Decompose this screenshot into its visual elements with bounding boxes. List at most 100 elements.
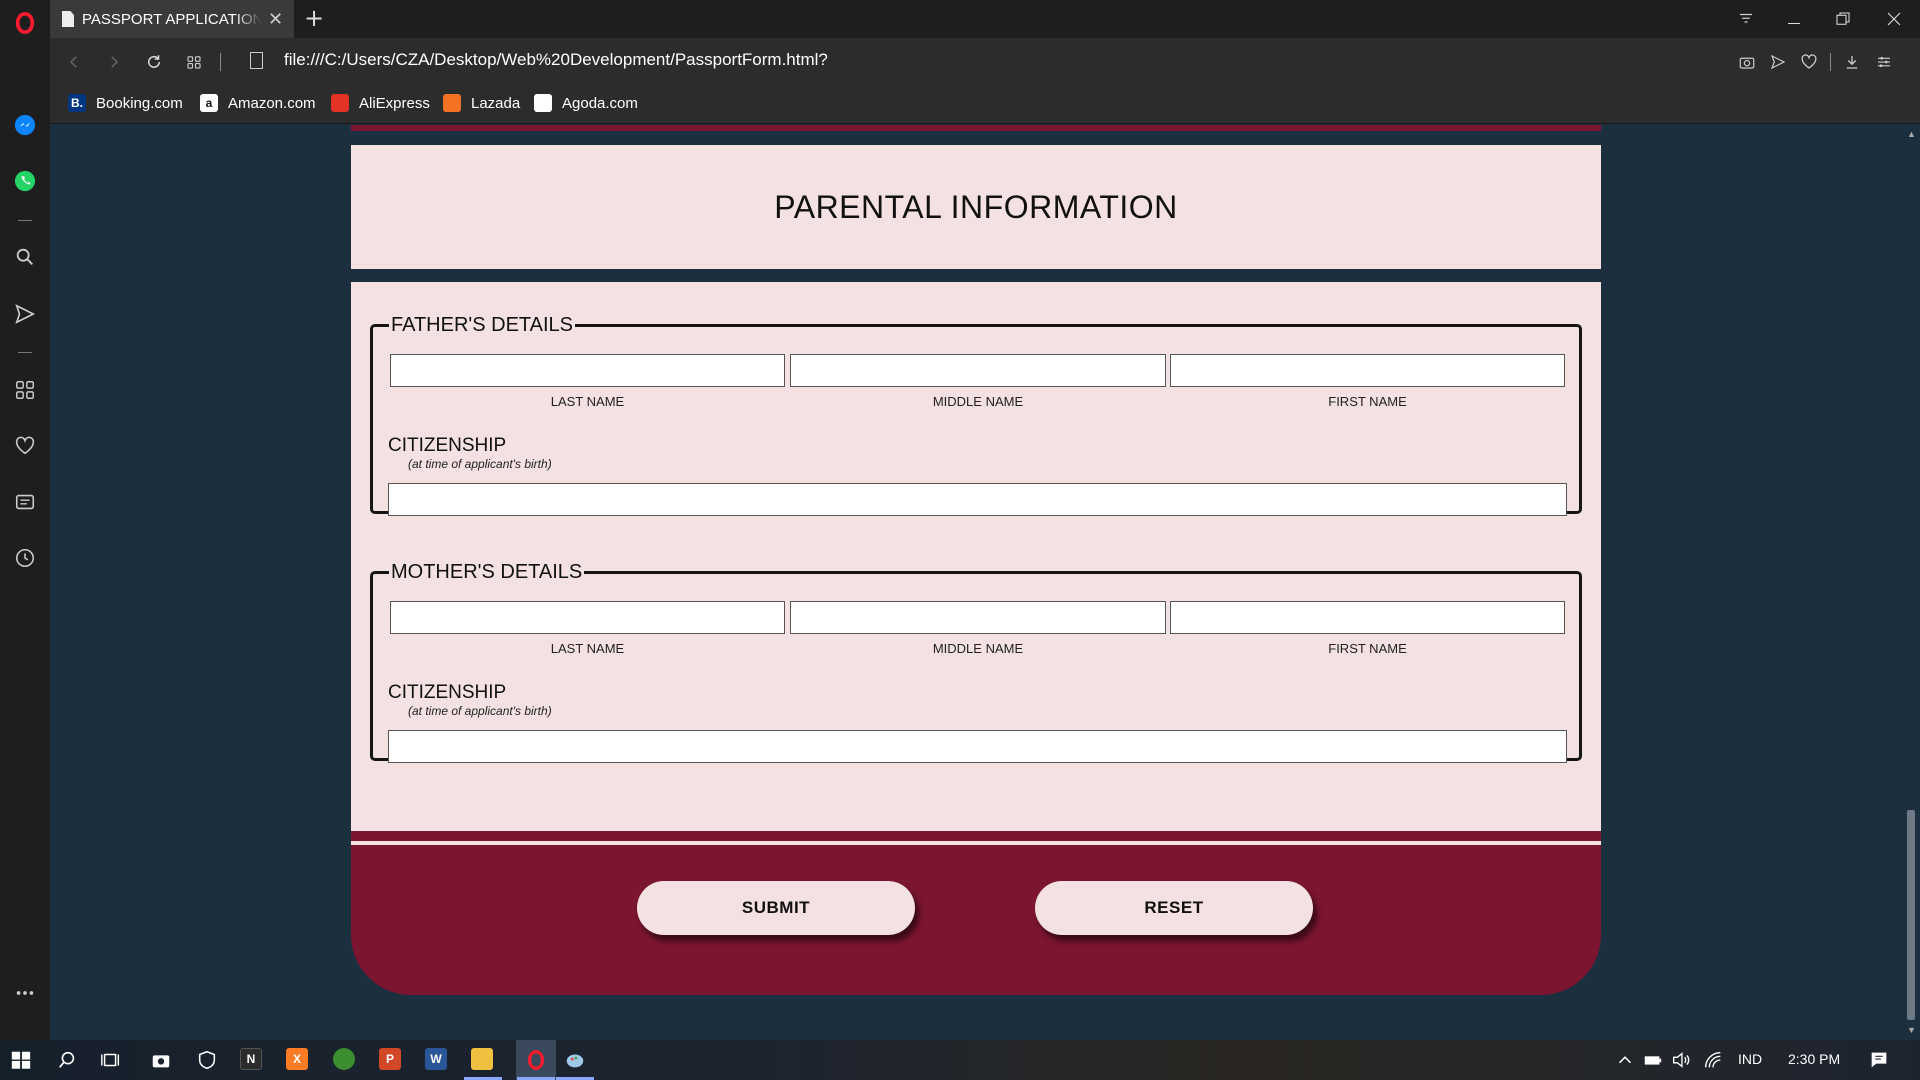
camera-app-icon[interactable] (148, 1047, 174, 1073)
url-field[interactable]: file:///C:/Users/CZA/Desktop/Web%20Devel… (284, 50, 828, 70)
form-top-band (351, 125, 1601, 131)
tab-title: PASSPORT APPLICATION FORM (82, 10, 262, 28)
bookmarks-bar: B. Booking.com a Amazon.com AliExpress L… (50, 86, 1920, 124)
footer-divider (351, 841, 1601, 845)
page-scrollbar[interactable]: ▲ ▼ (1902, 125, 1920, 1040)
bookmark-amazon[interactable]: a Amazon.com (200, 94, 316, 112)
father-citizenship-input[interactable] (388, 483, 1567, 516)
heart-icon[interactable] (12, 433, 38, 459)
opera-logo-icon[interactable] (12, 10, 38, 36)
notepad-app-icon[interactable]: N (240, 1048, 262, 1070)
address-bar: file:///C:/Users/CZA/Desktop/Web%20Devel… (50, 38, 1920, 86)
tab-menu-icon[interactable] (1731, 6, 1761, 32)
forward-icon[interactable] (102, 50, 126, 74)
tab-bar: PASSPORT APPLICATION FORM ✕ + (50, 0, 1920, 38)
page-icon (62, 11, 74, 27)
bookmark-booking[interactable]: B. Booking.com (68, 94, 183, 112)
active-tab[interactable]: PASSPORT APPLICATION FORM ✕ (50, 0, 294, 38)
bookmark-label: Amazon.com (228, 94, 316, 112)
bookmark-heart-icon[interactable] (1797, 50, 1821, 74)
section-title: PARENTAL INFORMATION (774, 188, 1178, 225)
passport-form: PARENTAL INFORMATION FATHER'S DETAILS LA… (351, 125, 1601, 995)
minimize-icon[interactable] (1779, 6, 1809, 32)
scroll-thumb[interactable] (1907, 810, 1915, 1020)
mother-details-fieldset: MOTHER'S DETAILS LAST NAME MIDDLE NAME F… (370, 561, 1582, 763)
new-tab-icon[interactable]: + (304, 4, 324, 32)
more-options-icon[interactable] (12, 980, 38, 1006)
reload-icon[interactable] (142, 50, 166, 74)
app-icon[interactable] (333, 1048, 355, 1070)
aliexpress-icon (331, 94, 349, 112)
bookmark-agoda[interactable]: Agoda.com (534, 94, 638, 112)
lazada-icon (443, 94, 461, 112)
agoda-icon (534, 94, 552, 112)
opera-taskbar-icon[interactable] (516, 1040, 556, 1080)
bookmark-label: Booking.com (96, 94, 183, 112)
mother-last-name-label: LAST NAME (550, 641, 625, 656)
language-indicator[interactable]: IND (1738, 1051, 1762, 1067)
address-divider (220, 53, 221, 71)
sidebar-divider (18, 220, 32, 221)
bookmark-lazada[interactable]: Lazada (443, 94, 520, 112)
section-header: PARENTAL INFORMATION (351, 145, 1601, 269)
action-center-icon[interactable] (1866, 1047, 1892, 1073)
file-explorer-icon[interactable] (471, 1048, 493, 1070)
father-citizenship-note: (at time of applicant's birth) (408, 457, 552, 471)
mother-citizenship-note: (at time of applicant's birth) (408, 704, 552, 718)
form-footer: SUBMIT RESET (351, 831, 1601, 995)
father-first-name-input[interactable] (1170, 354, 1565, 387)
clock[interactable]: 2:30 PM (1788, 1051, 1840, 1067)
bookmark-label: AliExpress (359, 94, 430, 112)
security-shield-icon[interactable] (194, 1047, 220, 1073)
father-last-name-input[interactable] (390, 354, 785, 387)
close-tab-icon[interactable]: ✕ (268, 9, 283, 30)
father-last-name-label: LAST NAME (550, 394, 625, 409)
whatsapp-icon[interactable] (12, 168, 38, 194)
scroll-up-icon[interactable]: ▲ (1907, 129, 1916, 139)
restore-icon[interactable] (1828, 6, 1858, 32)
bookmark-label: Agoda.com (562, 94, 638, 112)
toolbar-divider (1830, 53, 1831, 71)
submit-button[interactable]: SUBMIT (637, 881, 915, 935)
send-icon[interactable] (12, 301, 38, 327)
volume-icon[interactable] (1668, 1047, 1694, 1073)
search-icon[interactable] (54, 1047, 80, 1073)
paint-app-icon[interactable] (562, 1047, 588, 1073)
booking-icon: B. (68, 94, 86, 112)
section-body: FATHER'S DETAILS LAST NAME MIDDLE NAME F… (351, 282, 1601, 832)
page-viewport: PARENTAL INFORMATION FATHER'S DETAILS LA… (50, 125, 1902, 1040)
powerpoint-icon[interactable]: P (379, 1048, 401, 1070)
mother-middle-name-input[interactable] (790, 601, 1166, 634)
windows-start-icon[interactable] (8, 1047, 34, 1073)
news-icon[interactable] (12, 489, 38, 515)
search-icon[interactable] (12, 244, 38, 270)
bookmark-aliexpress[interactable]: AliExpress (331, 94, 430, 112)
history-icon[interactable] (12, 545, 38, 571)
father-citizenship-label: CITIZENSHIP (388, 435, 507, 456)
show-hidden-icons-icon[interactable] (1612, 1047, 1638, 1073)
speed-dial-icon[interactable] (12, 377, 38, 403)
mother-last-name-input[interactable] (390, 601, 785, 634)
download-icon[interactable] (1840, 50, 1864, 74)
tab-grid-icon[interactable] (182, 50, 206, 74)
easy-setup-icon[interactable] (1872, 50, 1896, 74)
back-icon[interactable] (62, 50, 86, 74)
mother-first-name-input[interactable] (1170, 601, 1565, 634)
mother-first-name-label: FIRST NAME (1328, 641, 1407, 656)
scroll-down-icon[interactable]: ▼ (1907, 1025, 1916, 1035)
share-send-icon[interactable] (1766, 50, 1790, 74)
mother-citizenship-input[interactable] (388, 730, 1567, 763)
father-middle-name-input[interactable] (790, 354, 1166, 387)
battery-icon[interactable] (1640, 1047, 1666, 1073)
mother-citizenship-label: CITIZENSHIP (388, 682, 507, 703)
wifi-icon[interactable] (1700, 1047, 1726, 1073)
reset-button[interactable]: RESET (1035, 881, 1313, 935)
father-first-name-label: FIRST NAME (1328, 394, 1407, 409)
messenger-icon[interactable] (12, 112, 38, 138)
word-icon[interactable]: W (425, 1048, 447, 1070)
task-view-icon[interactable] (98, 1047, 124, 1073)
snapshot-icon[interactable] (1735, 50, 1759, 74)
xampp-app-icon[interactable]: X (286, 1048, 308, 1070)
close-window-icon[interactable] (1879, 6, 1909, 32)
file-icon (250, 52, 263, 69)
